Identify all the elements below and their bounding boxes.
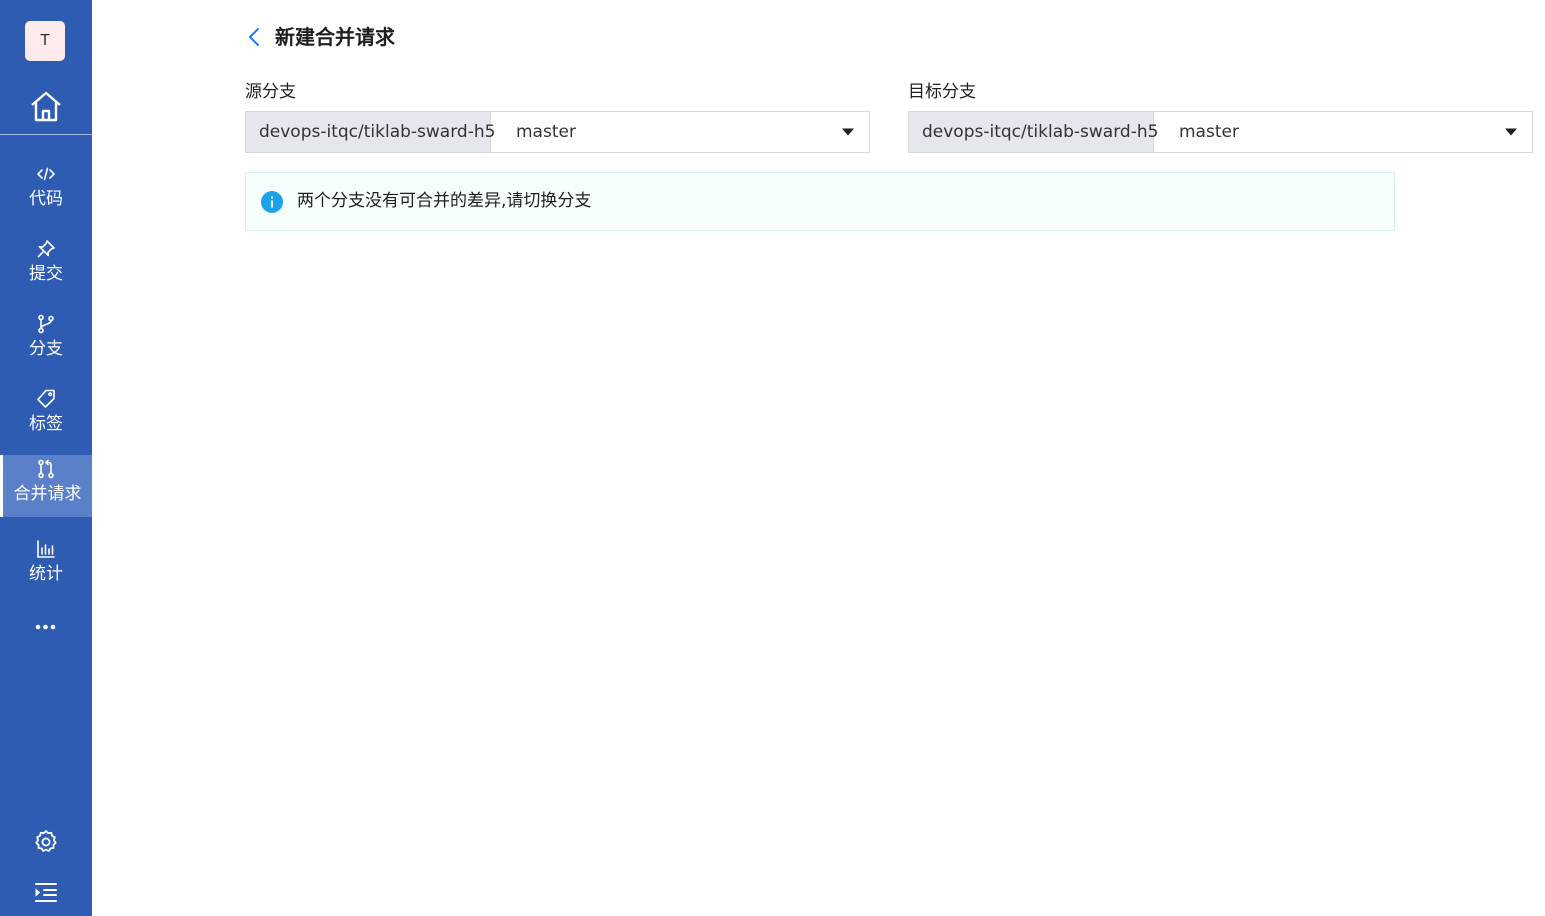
target-branch-value: master [1179,122,1239,142]
code-icon [37,167,55,181]
target-branch-select[interactable]: master [1154,112,1532,152]
more-icon[interactable] [33,618,59,634]
info-icon [261,191,283,213]
sidebar-item-branches[interactable]: 分支 [0,310,92,372]
target-repo-name: devops-itqc/tiklab-sward-h5 [909,112,1158,152]
target-branch-label: 目标分支 [908,82,976,102]
app-root: T 代码 提交 分支 标签 合并请求 统计 新建合并请求 源分支 devops-… [0,0,1545,916]
source-branch-select[interactable]: master [491,112,869,152]
sidebar-item-code[interactable]: 代码 [0,160,92,222]
sidebar-item-commits[interactable]: 提交 [0,235,92,297]
bar-chart-icon [37,540,55,558]
sidebar-item-label: 分支 [29,339,63,359]
tag-icon [37,389,55,408]
sidebar-item-label: 标签 [29,414,63,434]
page-title: 新建合并请求 [275,25,395,49]
sidebar-item-merge-requests[interactable]: 合并请求 [0,455,92,517]
sidebar-item-label: 代码 [29,189,63,209]
gear-icon[interactable] [33,829,59,855]
caret-down-icon [842,128,854,136]
sidebar-item-statistics[interactable]: 统计 [0,535,92,597]
collapse-menu-icon[interactable] [34,880,58,904]
source-branch-field: devops-itqc/tiklab-sward-h5 master [245,111,870,153]
sidebar-item-label: 提交 [29,264,63,284]
pin-icon [37,240,55,258]
sidebar-item-label: 合并请求 [13,484,82,504]
source-branch-group: 源分支 devops-itqc/tiklab-sward-h5 master [245,80,870,153]
source-branch-label: 源分支 [245,82,296,102]
sidebar-item-label: 统计 [29,564,63,584]
target-branch-field: devops-itqc/tiklab-sward-h5 master [908,111,1533,153]
branch-icon [38,314,54,334]
alert-message: 两个分支没有可合并的差异,请切换分支 [297,191,592,211]
home-icon[interactable] [28,89,64,125]
info-alert: 两个分支没有可合并的差异,请切换分支 [245,172,1395,231]
caret-down-icon [1505,128,1517,136]
sidebar-divider [0,134,92,135]
merge-request-icon [38,459,54,479]
sidebar-item-tags[interactable]: 标签 [0,385,92,447]
chevron-left-icon[interactable] [245,26,263,48]
source-repo-name: devops-itqc/tiklab-sward-h5 [246,112,495,152]
repo-avatar[interactable]: T [25,21,65,61]
target-branch-group: 目标分支 devops-itqc/tiklab-sward-h5 master [908,80,1533,153]
source-branch-value: master [516,122,576,142]
sidebar: T 代码 提交 分支 标签 合并请求 统计 [0,0,92,916]
